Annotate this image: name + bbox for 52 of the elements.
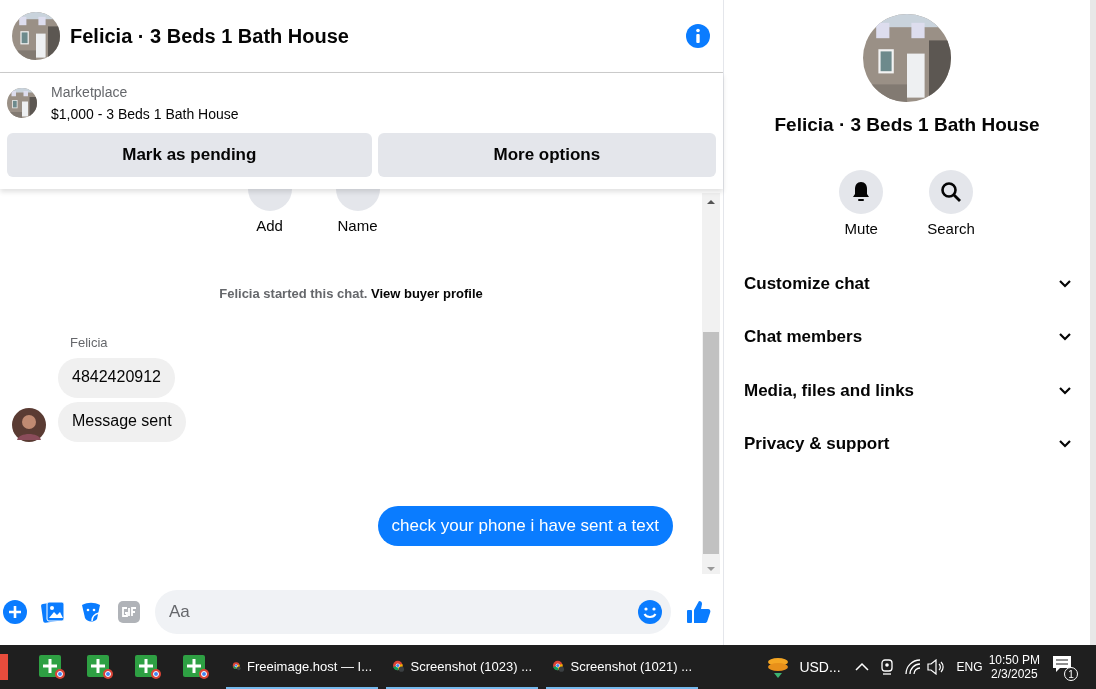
taskbar-window[interactable]: Screenshot (1021) ... <box>546 645 698 689</box>
more-options-button[interactable]: More options <box>377 133 716 177</box>
action-label: Mute <box>844 220 878 237</box>
gallery-icon[interactable] <box>41 599 65 624</box>
action-label: Add <box>256 217 283 234</box>
tray-app-label: USD... <box>799 659 841 675</box>
bell-icon <box>851 181 872 203</box>
avatar <box>12 408 46 442</box>
chevron-down-icon <box>1058 278 1072 289</box>
search-button[interactable] <box>929 170 973 214</box>
language-indicator[interactable]: ENG <box>956 660 983 674</box>
scrollbar[interactable] <box>702 193 720 574</box>
section-header[interactable]: Chat members <box>724 310 1090 364</box>
taskbar-window[interactable]: Freeimage.host — I... <box>226 645 378 689</box>
wifi-icon[interactable] <box>904 659 921 675</box>
emoji-icon[interactable] <box>637 598 663 625</box>
section-header[interactable]: Media, files and links <box>724 364 1090 418</box>
listing-source: Marketplace <box>51 83 129 102</box>
action-label: Search <box>927 220 975 237</box>
notification-count: 1 <box>1064 667 1078 681</box>
spreadsheet-app-icon <box>134 654 162 680</box>
spreadsheet-app-icon <box>86 654 114 680</box>
spreadsheet-app-icon <box>182 654 210 680</box>
outgoing-message: check your phone i have sent a text <box>377 506 673 546</box>
chevron-down-icon <box>1058 439 1072 450</box>
sender-name: Felicia <box>70 335 109 350</box>
panel-title: Felicia · 3 Beds 1 Bath House <box>774 114 1040 136</box>
clock-time: 10:50 PM <box>988 653 1040 667</box>
spreadsheet-app-icon <box>38 654 66 680</box>
action-label: Name <box>337 217 378 234</box>
message-field[interactable]: Aa <box>155 589 671 634</box>
conversation-title: Felicia · 3 Beds 1 Bath House <box>70 24 350 48</box>
clock-date: 2/3/2025 <box>990 667 1038 681</box>
info-icon[interactable] <box>685 23 711 49</box>
chat-notice: Felicia started this chat. View buyer profile <box>218 286 484 301</box>
plus-icon[interactable] <box>3 599 27 624</box>
section-header[interactable]: Customize chat <box>724 257 1090 311</box>
mute-button[interactable] <box>839 170 884 214</box>
chevron-down-icon <box>1058 332 1072 343</box>
camera-icon[interactable] <box>878 658 895 676</box>
section-header[interactable]: Privacy & support <box>724 417 1090 471</box>
incoming-message: Message sent <box>58 402 186 442</box>
caret-up-icon[interactable] <box>854 662 869 672</box>
search-icon <box>940 181 962 203</box>
mark-pending-button[interactable]: Mark as pending <box>7 133 372 177</box>
listing-title: $1,000 - 3 Beds 1 Bath House <box>51 105 239 124</box>
incoming-message: 4842420912 <box>58 358 175 398</box>
speaker-icon[interactable] <box>926 659 945 675</box>
chevron-down-icon <box>1058 385 1072 396</box>
taskbar-window[interactable]: Screenshot (1023) ... <box>386 645 538 689</box>
scroll-up-icon[interactable] <box>706 197 716 207</box>
buyer-profile-link[interactable]: View buyer profile <box>371 286 483 301</box>
